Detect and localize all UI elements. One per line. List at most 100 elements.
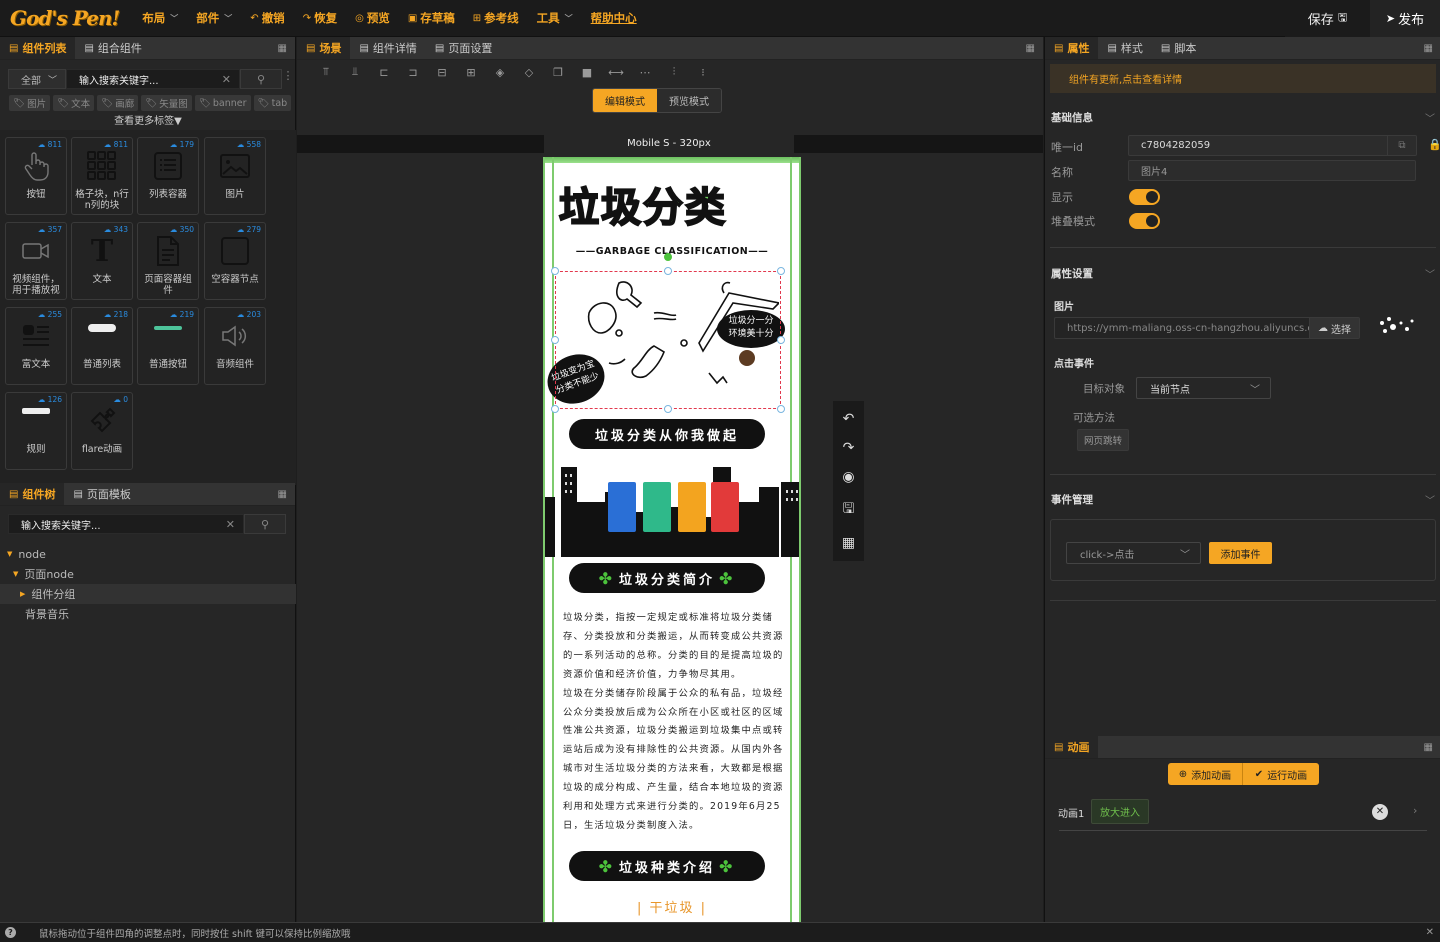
visible-toggle[interactable]	[1129, 189, 1160, 205]
resize-handle[interactable]	[777, 336, 785, 344]
menu-redo[interactable]: ↷ 恢复	[294, 10, 346, 26]
tab-scene[interactable]: ▤ 场景	[297, 37, 351, 59]
align-top-icon[interactable]: ⫪	[317, 64, 335, 80]
align-left-icon[interactable]: ⊏	[375, 64, 393, 80]
edit-mode-button[interactable]: 编辑模式	[593, 89, 657, 112]
page-canvas[interactable]: 垃圾分类 ——GARBAGE CLASSIFICATION—— 垃圾分一分 环境美…	[543, 157, 801, 922]
drag-grip-icon[interactable]: ▦	[278, 37, 287, 59]
component-card-video[interactable]: ☁ 357 视频组件，用于播放视	[5, 222, 67, 300]
device-size-label[interactable]: Mobile S - 320px	[544, 135, 794, 153]
resize-handle[interactable]	[777, 405, 785, 413]
tag-chip[interactable]: 🏷 banner	[194, 95, 251, 111]
choose-image-button[interactable]: ☁ 选择	[1309, 318, 1359, 338]
tab-properties[interactable]: ▤ 属性	[1045, 37, 1099, 59]
tab-component-list[interactable]: ▤ 组件列表	[0, 37, 76, 59]
search-button[interactable]: ⚲	[244, 514, 286, 534]
component-card-empty-container[interactable]: ☁ 279 空容器节点	[204, 222, 266, 300]
menu-undo[interactable]: ↶ 撤销	[241, 10, 293, 26]
section-property-settings[interactable]: 属性设置 ﹀	[1051, 266, 1435, 281]
close-icon[interactable]: ✕	[1426, 927, 1434, 938]
tree-node[interactable]: 背景音乐	[0, 604, 296, 624]
add-animation-button[interactable]: ⊕ 添加动画	[1168, 763, 1243, 785]
section-event-management[interactable]: 事件管理 ﹀	[1051, 492, 1435, 507]
align-bottom-icon[interactable]: ⫫	[346, 64, 364, 80]
search-button[interactable]: ⚲	[240, 69, 282, 89]
banner-types[interactable]: ✤ 垃圾种类介绍 ✤	[569, 851, 765, 881]
distribute-vertical-icon[interactable]: ⫶	[665, 64, 683, 80]
component-card-rich-text[interactable]: ☁ 255 富文本	[5, 307, 67, 385]
clear-icon[interactable]: ✕	[226, 518, 235, 531]
component-card-rule[interactable]: ☁ 126 规则	[5, 392, 67, 470]
city-bins-image[interactable]	[543, 462, 801, 557]
page-subtitle[interactable]: ——GARBAGE CLASSIFICATION——	[545, 246, 799, 257]
tab-combined-components[interactable]: ▤ 组合组件	[75, 37, 150, 59]
menu-tools[interactable]: 工具 ﹀	[528, 10, 582, 26]
distribute-horizontal-icon[interactable]: ⟷	[607, 64, 625, 80]
target-select[interactable]: 当前节点 ﹀	[1136, 377, 1271, 399]
drag-grip-icon[interactable]: ▦	[1424, 736, 1433, 758]
tab-page-templates[interactable]: ▤ 页面模板	[64, 483, 139, 505]
component-card-image[interactable]: ☁ 558 图片	[204, 137, 266, 215]
resize-handle[interactable]	[664, 405, 672, 413]
update-notice[interactable]: 组件有更新,点击查看详情	[1050, 64, 1436, 93]
save-icon[interactable]: 🖫	[843, 498, 855, 522]
clear-icon[interactable]: ✕	[222, 73, 231, 86]
component-card-text[interactable]: ☁ 343 T 文本	[71, 222, 133, 300]
component-card-list-container[interactable]: ☁ 179 列表容器	[137, 137, 199, 215]
image-url-field[interactable]: https://ymm-maliang.oss-cn-hangzhou.aliy…	[1054, 317, 1360, 339]
intro-paragraph[interactable]: 垃圾分类，指按一定规定或标准将垃圾分类储存、分类投放和分类搬运，从而转变成公共资…	[563, 609, 785, 836]
run-animation-button[interactable]: ✔ 运行动画	[1243, 763, 1319, 785]
tag-chip[interactable]: 🏷 图片	[9, 95, 51, 111]
stack-mode-toggle[interactable]	[1129, 213, 1160, 229]
send-to-back-icon[interactable]: ■	[578, 64, 596, 80]
tag-chip[interactable]: 🏷 tab	[253, 95, 292, 111]
more-tags-link[interactable]: 查看更多标签▼	[0, 112, 296, 127]
align-vertical-center-icon[interactable]: ⊞	[462, 64, 480, 80]
component-search-input[interactable]: 输入搜索关键字... ✕	[66, 69, 240, 89]
drag-grip-icon[interactable]: ▦	[278, 483, 287, 505]
tag-chip[interactable]: 🏷 画廊	[97, 95, 139, 111]
more-options-icon[interactable]: ⋮	[282, 69, 294, 89]
help-icon[interactable]: ?	[5, 927, 16, 938]
resize-handle[interactable]	[551, 267, 559, 275]
menu-layout[interactable]: 布局 ﹀	[133, 10, 187, 26]
redo-icon[interactable]: ↷	[843, 440, 855, 456]
space-horizontal-icon[interactable]: ⋯	[636, 64, 654, 80]
menu-preview[interactable]: ◎ 预览	[346, 10, 399, 26]
grid-icon[interactable]: ▦	[842, 535, 855, 551]
component-card-audio[interactable]: ☁ 203 音频组件	[204, 307, 266, 385]
banner-intro[interactable]: ✤ 垃圾分类简介 ✤	[569, 563, 765, 593]
name-field[interactable]: 图片4	[1128, 160, 1416, 181]
bring-forward-icon[interactable]: ◈	[491, 64, 509, 80]
selection-box[interactable]	[555, 271, 781, 409]
tab-animation[interactable]: ▤ 动画	[1045, 736, 1099, 758]
resize-handle[interactable]	[551, 336, 559, 344]
tab-component-tree[interactable]: ▤ 组件树	[0, 483, 65, 505]
copy-icon[interactable]: ⧉	[1387, 136, 1416, 155]
component-card-page-container[interactable]: ☁ 350 页面容器组件	[137, 222, 199, 300]
tab-styles[interactable]: ▤ 样式	[1098, 37, 1151, 59]
component-card-plain-button[interactable]: ☁ 219 普通按钮	[137, 307, 199, 385]
menu-save-draft[interactable]: ▣ 存草稿	[399, 10, 464, 26]
tree-node[interactable]: ▼ node	[0, 544, 296, 564]
component-card-flare-animation[interactable]: ☁ 0 flare动画	[71, 392, 133, 470]
resize-handle[interactable]	[551, 405, 559, 413]
tag-chip[interactable]: 🏷 矢量图	[141, 95, 192, 111]
animation-effect-chip[interactable]: 放大进入	[1091, 799, 1149, 824]
component-card-grid-block[interactable]: ☁ 811 格子块，n行n列的块	[71, 137, 133, 215]
add-event-button[interactable]: 添加事件	[1209, 542, 1272, 564]
tab-component-details[interactable]: ▤ 组件详情	[350, 37, 425, 59]
tree-node[interactable]: ▼ 页面node	[0, 564, 296, 584]
event-type-select[interactable]: click->点击 ﹀	[1066, 542, 1201, 564]
drag-grip-icon[interactable]: ▦	[1026, 37, 1035, 59]
component-card-plain-list[interactable]: ☁ 218 普通列表	[71, 307, 133, 385]
preview-mode-button[interactable]: 预览模式	[657, 89, 721, 112]
tab-script[interactable]: ▤ 脚本	[1152, 37, 1205, 59]
page-title-graphic[interactable]: 垃圾分类	[558, 175, 727, 233]
align-right-icon[interactable]: ⊐	[404, 64, 422, 80]
method-chip[interactable]: 网页跳转	[1077, 429, 1130, 451]
tree-node[interactable]: ▶ 组件分组	[0, 584, 296, 604]
space-vertical-icon[interactable]: ⁝	[694, 64, 712, 80]
component-card-button[interactable]: ☁ 811 按钮	[5, 137, 67, 215]
tab-page-settings[interactable]: ▤ 页面设置	[426, 37, 501, 59]
